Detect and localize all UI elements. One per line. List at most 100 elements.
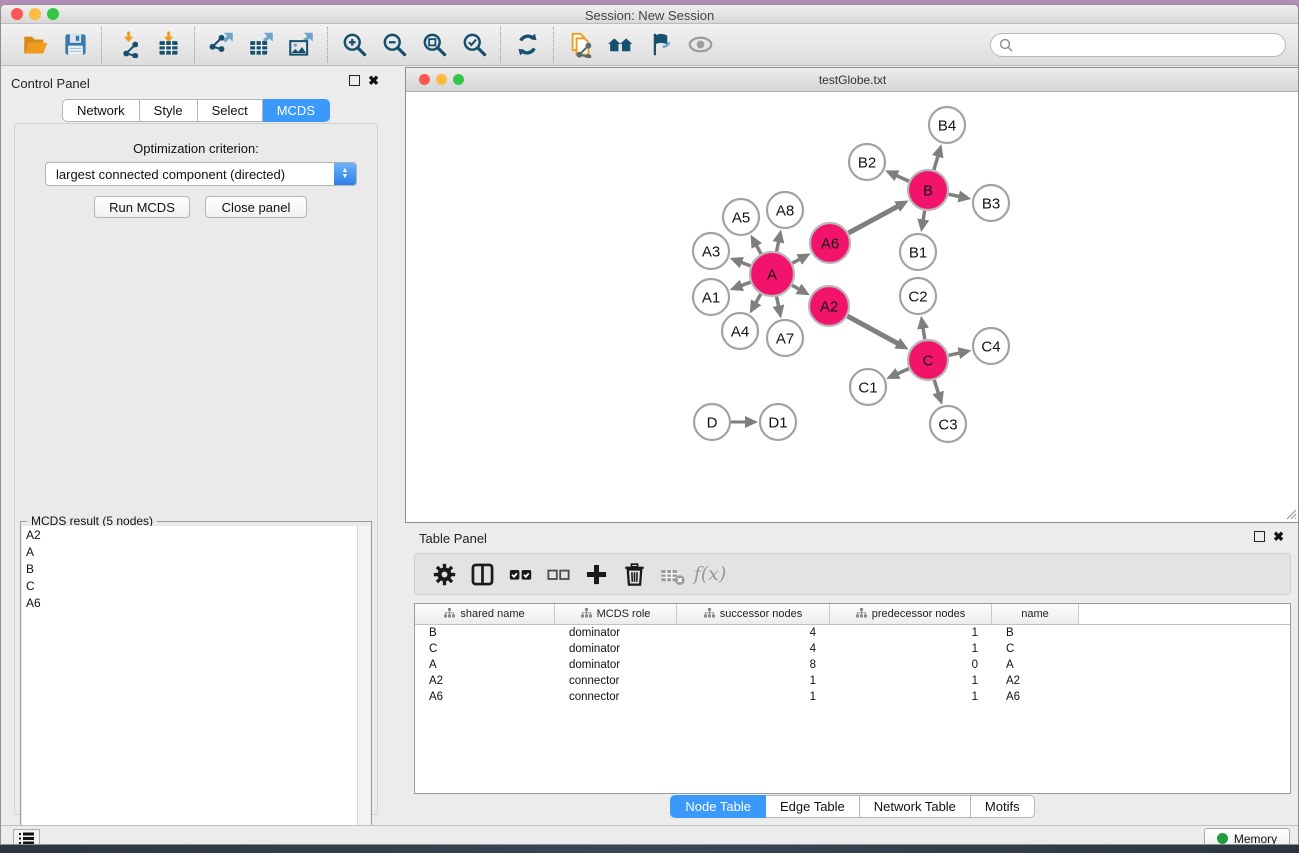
- result-scrollbar[interactable]: [357, 526, 370, 845]
- column-header-name[interactable]: name: [992, 604, 1079, 624]
- edge-A2-C[interactable]: [847, 316, 898, 344]
- refresh-icon[interactable]: [507, 28, 547, 62]
- split-view-icon[interactable]: [463, 557, 501, 591]
- zoom-out-icon[interactable]: [374, 28, 414, 62]
- criterion-dropdown[interactable]: largest connected component (directed) ▲…: [45, 162, 357, 186]
- edge-A-A8[interactable]: [777, 241, 779, 251]
- table-row[interactable]: Bdominator41B: [415, 625, 1290, 641]
- zoom-in-icon[interactable]: [334, 28, 374, 62]
- mcds-result-item[interactable]: A2: [22, 526, 358, 543]
- node-A6[interactable]: A6: [810, 223, 850, 263]
- node-C4[interactable]: C4: [973, 328, 1009, 364]
- edge-C-C3[interactable]: [934, 380, 938, 393]
- settings-gear-icon[interactable]: [425, 557, 463, 591]
- show-hide-icon[interactable]: [680, 28, 720, 62]
- zoom-selected-icon[interactable]: [454, 28, 494, 62]
- node-A7[interactable]: A7: [767, 320, 803, 356]
- node-D1[interactable]: D1: [760, 404, 796, 440]
- table-row[interactable]: Cdominator41C: [415, 641, 1290, 657]
- edge-A-A7[interactable]: [777, 297, 779, 307]
- delete-icon[interactable]: [615, 557, 653, 591]
- edge-A-A2[interactable]: [792, 285, 799, 289]
- table-row[interactable]: A2connector11A2: [415, 673, 1290, 689]
- node-A1[interactable]: A1: [693, 279, 729, 315]
- node-A4[interactable]: A4: [722, 313, 758, 349]
- zoom-fit-icon[interactable]: [414, 28, 454, 62]
- column-header-successor-nodes[interactable]: successor nodes: [677, 604, 830, 624]
- export-table-icon[interactable]: [241, 28, 281, 62]
- edge-A-A6[interactable]: [792, 259, 800, 263]
- tab-edge-table[interactable]: Edge Table: [766, 795, 860, 818]
- edge-B-B4[interactable]: [934, 156, 938, 170]
- edge-C-C1[interactable]: [897, 369, 909, 374]
- delete-table-icon[interactable]: [653, 557, 691, 591]
- node-D[interactable]: D: [694, 404, 730, 440]
- export-network-icon[interactable]: [201, 28, 241, 62]
- node-B3[interactable]: B3: [973, 185, 1009, 221]
- select-all-checkboxes-icon[interactable]: [501, 557, 539, 591]
- node-B[interactable]: B: [908, 170, 948, 210]
- column-header-MCDS-role[interactable]: MCDS role: [555, 604, 677, 624]
- node-B2[interactable]: B2: [849, 144, 885, 180]
- edge-A6-B[interactable]: [848, 206, 898, 233]
- export-image-icon[interactable]: [281, 28, 321, 62]
- tab-motifs[interactable]: Motifs: [971, 795, 1035, 818]
- edge-B-B2[interactable]: [896, 175, 909, 181]
- node-A8[interactable]: A8: [767, 192, 803, 228]
- tab-node-table[interactable]: Node Table: [670, 795, 766, 818]
- save-icon[interactable]: [55, 28, 95, 62]
- task-history-button[interactable]: [13, 829, 40, 845]
- mcds-result-item[interactable]: C: [22, 577, 358, 594]
- search-input[interactable]: [1013, 38, 1263, 52]
- function-builder-icon[interactable]: f(x): [691, 557, 729, 591]
- toggle-details-icon[interactable]: [640, 28, 680, 62]
- network-canvas[interactable]: AA6A2BCA1A3A4A5A7A8B1B2B3B4C1C2C3C4DD1: [406, 92, 1299, 522]
- clear-checkboxes-icon[interactable]: [539, 557, 577, 591]
- edge-A-A4[interactable]: [756, 294, 761, 303]
- node-A3[interactable]: A3: [693, 233, 729, 269]
- node-A5[interactable]: A5: [723, 199, 759, 235]
- mcds-result-item[interactable]: B: [22, 560, 358, 577]
- mcds-result-list[interactable]: A2ABCA6: [22, 526, 358, 845]
- network-window-titlebar[interactable]: testGlobe.txt: [406, 68, 1299, 92]
- edge-C-C4[interactable]: [948, 353, 959, 356]
- table-row[interactable]: A6connector11A6: [415, 689, 1290, 705]
- edge-B-B1[interactable]: [923, 211, 925, 221]
- column-header-shared-name[interactable]: shared name: [415, 604, 555, 624]
- open-file-icon[interactable]: [15, 28, 55, 62]
- app-titlebar[interactable]: Session: New Session: [1, 5, 1298, 24]
- table-float-panel-icon[interactable]: [1254, 531, 1265, 542]
- tab-network-table[interactable]: Network Table: [860, 795, 971, 818]
- node-C[interactable]: C: [908, 340, 948, 380]
- node-B4[interactable]: B4: [929, 107, 965, 143]
- clone-network-icon[interactable]: [560, 28, 600, 62]
- node-C3[interactable]: C3: [930, 406, 966, 442]
- tab-network[interactable]: Network: [62, 99, 140, 122]
- run-mcds-button[interactable]: Run MCDS: [94, 196, 190, 218]
- node-C2[interactable]: C2: [900, 278, 936, 314]
- edge-B-B3[interactable]: [949, 194, 960, 196]
- search-box[interactable]: [990, 33, 1286, 57]
- memory-button[interactable]: Memory: [1204, 828, 1290, 845]
- edge-A-A1[interactable]: [741, 282, 751, 286]
- float-panel-icon[interactable]: [349, 75, 360, 86]
- tab-style[interactable]: Style: [140, 99, 198, 122]
- edge-C-C2[interactable]: [923, 328, 925, 340]
- close-panel-icon[interactable]: ✖: [368, 75, 379, 86]
- tab-mcds[interactable]: MCDS: [263, 99, 330, 122]
- mcds-result-item[interactable]: A6: [22, 594, 358, 611]
- import-network-icon[interactable]: [108, 28, 148, 62]
- table-row[interactable]: Adominator80A: [415, 657, 1290, 673]
- node-A2[interactable]: A2: [809, 286, 849, 326]
- edge-A-A3[interactable]: [741, 262, 751, 266]
- node-C1[interactable]: C1: [850, 369, 886, 405]
- close-panel-button[interactable]: Close panel: [205, 196, 307, 218]
- node-B1[interactable]: B1: [900, 234, 936, 270]
- edge-A-A5[interactable]: [756, 245, 761, 254]
- column-header-predecessor-nodes[interactable]: predecessor nodes: [830, 604, 992, 624]
- add-column-icon[interactable]: [577, 557, 615, 591]
- mcds-result-item[interactable]: A: [22, 543, 358, 560]
- import-table-icon[interactable]: [148, 28, 188, 62]
- tab-select[interactable]: Select: [198, 99, 263, 122]
- resize-grip[interactable]: [1283, 506, 1297, 520]
